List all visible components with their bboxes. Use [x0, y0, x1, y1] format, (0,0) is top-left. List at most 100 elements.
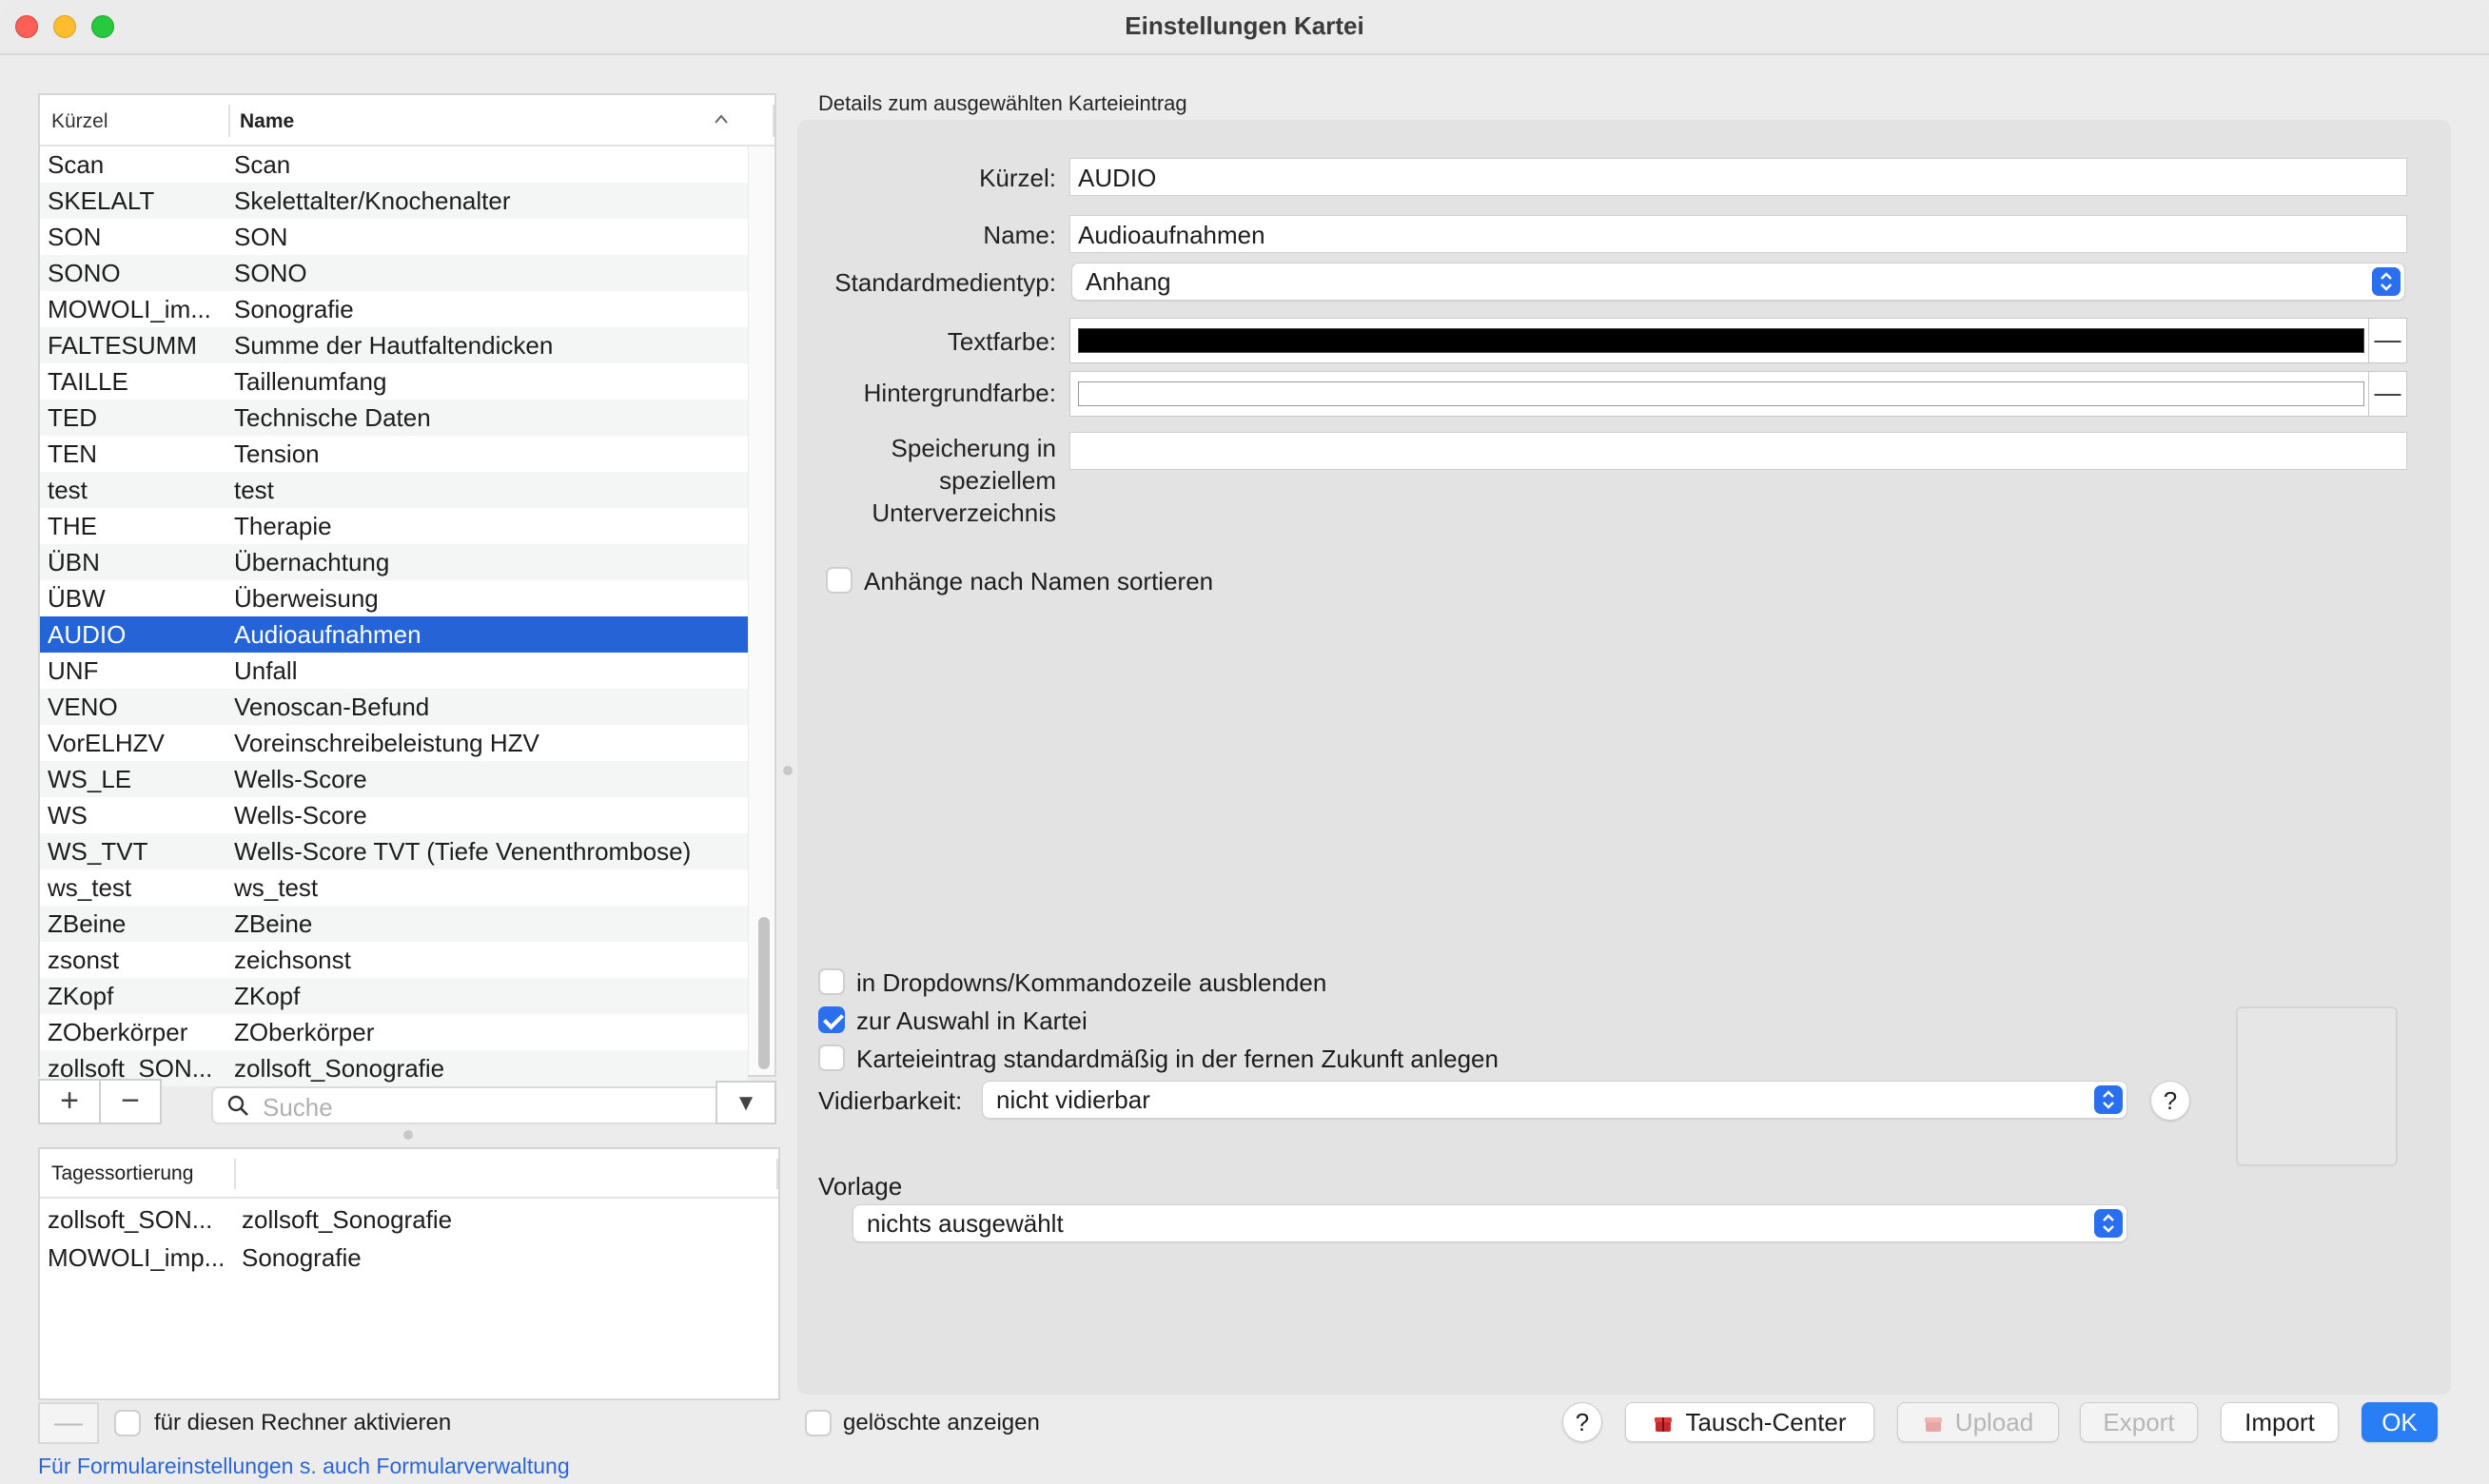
table-row[interactable]: AUDIO Audioaufnahmen [40, 616, 748, 653]
sort-by-name-checkbox[interactable] [826, 567, 853, 594]
table-row[interactable]: WS_LE Wells-Score [40, 761, 748, 797]
table-row[interactable]: VorELHZV Voreinschreibeleistung HZV [40, 725, 748, 761]
list-scrollbar[interactable] [748, 146, 774, 1075]
table-row[interactable]: SKELALT Skelettalter/Knochenalter [40, 183, 748, 219]
table-row[interactable]: VENO Venoscan-Befund [40, 689, 748, 725]
row-kurzel: SONO [48, 259, 121, 287]
row-name: Taillenumfang [234, 367, 387, 396]
export-button[interactable]: Export [2080, 1402, 2198, 1442]
table-row[interactable]: ws_test ws_test [40, 869, 748, 906]
split-handle-vertical[interactable] [783, 766, 793, 775]
row-kurzel: SON [48, 223, 102, 251]
row-name: Sonografie [234, 295, 354, 323]
table-row[interactable]: MOWOLI_im... Sonografie [40, 291, 748, 327]
day-sort-kurz: MOWOLI_imp... [48, 1243, 225, 1272]
column-header-kurzel[interactable]: Kürzel [51, 110, 108, 133]
list-item[interactable]: MOWOLI_imp... Sonografie [40, 1239, 778, 1277]
hintergrund-clear-button[interactable]: — [2368, 372, 2406, 416]
remove-day-sort-button[interactable]: — [38, 1402, 99, 1444]
textfarbe-color-well[interactable]: — [1069, 318, 2407, 363]
table-row[interactable]: Scan Scan [40, 146, 748, 183]
column-divider [234, 1159, 236, 1189]
row-kurzel: ZBeine [48, 909, 127, 938]
row-name: ZOberkörper [234, 1018, 375, 1046]
vidier-value: nicht vidierbar [996, 1085, 1150, 1114]
table-row[interactable]: test test [40, 472, 748, 508]
column-header-tagessortierung[interactable]: Tagessortierung [51, 1162, 193, 1185]
table-row[interactable]: SONO SONO [40, 255, 748, 291]
table-row[interactable]: UNF Unfall [40, 653, 748, 689]
import-button[interactable]: Import [2221, 1402, 2339, 1442]
details-panel [797, 120, 2451, 1395]
vidier-label: Vidierbarkeit: [818, 1086, 963, 1115]
row-kurzel: TEN [48, 439, 97, 468]
upload-button[interactable]: Upload [1897, 1402, 2059, 1442]
speicherung-field[interactable] [1069, 432, 2407, 470]
table-row[interactable]: ÜBN Übernachtung [40, 544, 748, 580]
list-scrollbar-thumb[interactable] [758, 917, 770, 1069]
vidier-select[interactable]: nicht vidierbar [982, 1081, 2127, 1119]
row-kurzel: SKELALT [48, 186, 155, 215]
select-in-kartei-checkbox[interactable] [818, 1006, 845, 1033]
table-row[interactable]: ZKopf ZKopf [40, 978, 748, 1014]
search-icon [226, 1094, 249, 1117]
search-placeholder: Suche [263, 1093, 333, 1122]
future-entry-label: Karteieintrag standardmäßig in der ferne… [856, 1045, 1499, 1073]
vorlage-select[interactable]: nichts ausgewählt [853, 1204, 2127, 1242]
textfarbe-clear-button[interactable]: — [2368, 319, 2406, 362]
table-row[interactable]: TED Technische Daten [40, 400, 748, 436]
window-title: Einstellungen Kartei [1125, 11, 1364, 40]
column-header-name[interactable]: Name [240, 110, 294, 133]
table-row[interactable]: ZBeine ZBeine [40, 906, 748, 942]
table-row[interactable]: TAILLE Taillenumfang [40, 363, 748, 400]
row-kurzel: ZKopf [48, 982, 114, 1010]
help-button[interactable]: ? [1562, 1402, 1602, 1442]
table-row[interactable]: WS_TVT Wells-Score TVT (Tiefe Venenthromb… [40, 833, 748, 869]
table-row[interactable]: FALTESUMM Summe der Hautfaltendicken [40, 327, 748, 363]
hide-in-dropdown-checkbox[interactable] [818, 968, 845, 995]
table-row[interactable]: WS Wells-Score [40, 797, 748, 833]
future-entry-checkbox[interactable] [818, 1045, 845, 1071]
row-name: zeichsonst [234, 946, 351, 974]
table-row[interactable]: ÜBW Überweisung [40, 580, 748, 616]
search-input[interactable]: Suche [211, 1086, 735, 1124]
hide-in-dropdown-label: in Dropdowns/Kommandozeile ausblenden [856, 968, 1327, 997]
list-item[interactable]: zollsoft_SON... zollsoft_Sonografie [40, 1201, 778, 1239]
show-deleted-label: gelöschte anzeigen [843, 1410, 1040, 1435]
details-title: Details zum ausgewählten Karteieintrag [818, 91, 1187, 115]
split-handle[interactable] [403, 1130, 413, 1140]
ok-button[interactable]: OK [2362, 1402, 2438, 1442]
table-row[interactable]: zsonst zeichsonst [40, 942, 748, 978]
show-deleted-checkbox[interactable] [805, 1410, 832, 1436]
name-field[interactable]: Audioaufnahmen [1069, 215, 2407, 253]
column-divider [773, 105, 774, 137]
vidier-help-button[interactable]: ? [2150, 1081, 2190, 1121]
activate-computer-label: für diesen Rechner aktivieren [154, 1410, 452, 1435]
column-divider [776, 1159, 778, 1189]
chevron-updown-icon [2094, 1085, 2123, 1114]
table-row[interactable]: SON SON [40, 219, 748, 255]
medientyp-select[interactable]: Anhang [1071, 263, 2405, 301]
activate-computer-checkbox[interactable] [114, 1410, 141, 1436]
hintergrund-swatch [1078, 381, 2364, 406]
kartei-list-rows: Scan Scan SKELALT Skelettalter/Knochenalter… [40, 146, 748, 1086]
table-row[interactable]: THE Therapie [40, 508, 748, 544]
add-entry-button[interactable]: + [38, 1079, 101, 1124]
row-name: Venoscan-Befund [234, 693, 430, 721]
day-sort-panel: Tagessortierung zollsoft_SON... zollsoft… [38, 1147, 780, 1400]
row-kurzel: FALTESUMM [48, 331, 197, 360]
filter-dropdown-button[interactable]: ▼ [715, 1081, 776, 1124]
form-settings-link[interactable]: Für Formulareinstellungen s. auch Formul… [38, 1454, 570, 1479]
hintergrund-color-well[interactable]: — [1069, 371, 2407, 417]
row-kurzel: ZOberkörper [48, 1018, 188, 1046]
row-kurzel: TED [48, 403, 97, 432]
kurzel-field[interactable]: AUDIO [1069, 158, 2407, 196]
tausch-center-button[interactable]: Tausch-Center [1625, 1402, 1874, 1442]
chevron-up-icon[interactable] [714, 108, 729, 130]
remove-entry-button[interactable]: − [99, 1079, 162, 1124]
table-row[interactable]: ZOberkörper ZOberkörper [40, 1014, 748, 1050]
table-row[interactable]: TEN Tension [40, 436, 748, 472]
title-bar: Einstellungen Kartei [0, 0, 2489, 55]
row-name: Technische Daten [234, 403, 431, 432]
speicherung-label-line1: Speicherung in [891, 434, 1056, 462]
